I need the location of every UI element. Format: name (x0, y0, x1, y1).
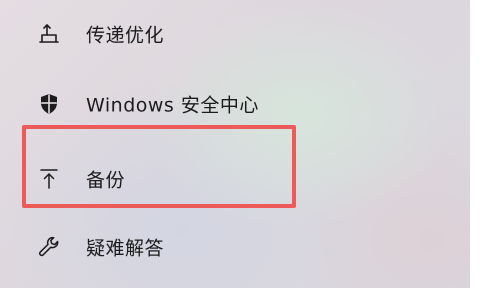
nav-item-label: 疑难解答 (86, 237, 165, 260)
nav-item-troubleshoot[interactable]: 疑难解答 (0, 227, 470, 267)
nav-item-label: 备份 (86, 169, 126, 192)
nav-item-delivery-optimization[interactable]: 传递优化 (0, 14, 470, 54)
settings-nav-panel: 传递优化 Windows 安全中心 备份 疑难解答 (0, 0, 470, 288)
nav-item-label: Windows 安全中心 (86, 94, 259, 117)
delivery-optimization-icon (36, 21, 62, 47)
nav-item-label: 传递优化 (86, 24, 165, 47)
nav-item-backup[interactable]: 备份 (0, 159, 470, 199)
wrench-icon (36, 234, 62, 260)
upload-arrow-icon (36, 166, 62, 192)
shield-icon (36, 91, 62, 117)
nav-item-windows-security[interactable]: Windows 安全中心 (0, 84, 470, 124)
